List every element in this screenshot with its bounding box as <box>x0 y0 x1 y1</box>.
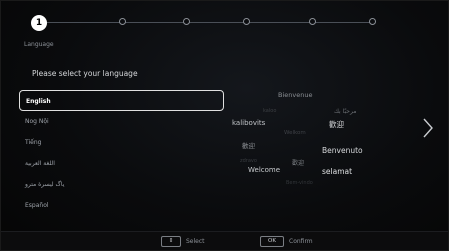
welcome-word: Benvenuto <box>322 146 363 155</box>
step-6-dot <box>369 18 376 25</box>
confirm-hint: OK Confirm <box>260 236 313 247</box>
welcome-word: selamat <box>322 167 353 176</box>
welcome-word: 歡迎 <box>329 120 344 129</box>
language-option[interactable]: اللغة العربية <box>19 153 224 174</box>
language-option[interactable]: Español <box>19 195 224 216</box>
language-option[interactable]: Nog Nội <box>19 111 224 132</box>
language-list: English Nog Nội Tiếng اللغة العربية ياگ … <box>19 90 224 216</box>
welcome-word-cloud: Bienvenue مرحبًا بك kaloo kalibovits 歡迎 … <box>226 86 396 196</box>
welcome-word: مرحبًا بك <box>334 108 357 115</box>
footer-hint-bar: ⇕ Select OK Confirm <box>1 231 448 250</box>
step-1-active: 1 <box>31 15 47 31</box>
welcome-word: 歡迎 <box>242 142 255 150</box>
select-key-icon: ⇕ <box>161 236 181 247</box>
welcome-word: Bem-vindo <box>286 180 313 186</box>
step-5-dot <box>309 18 316 25</box>
select-hint: ⇕ Select <box>161 236 205 247</box>
welcome-word: kalibovits <box>232 119 266 127</box>
language-setup-screen: 1 Language Please select your language E… <box>0 0 449 251</box>
page-title: Please select your language <box>32 69 138 78</box>
welcome-word: Bienvenue <box>278 91 313 99</box>
confirm-hint-label: Confirm <box>289 238 313 245</box>
ok-key-icon: OK <box>260 236 284 247</box>
select-hint-label: Select <box>186 238 205 245</box>
language-option-english[interactable]: English <box>19 90 224 111</box>
chevron-right-icon[interactable] <box>421 117 435 139</box>
welcome-word: kaloo <box>263 108 277 114</box>
language-option[interactable]: ياگ ليسرة مترو <box>19 174 224 195</box>
step-4-dot <box>243 18 250 25</box>
stepper-line <box>39 22 371 23</box>
welcome-word: 歡迎 <box>292 160 305 167</box>
setup-stepper: 1 <box>31 15 381 31</box>
language-option[interactable]: Tiếng <box>19 132 224 153</box>
welcome-word: Welcome <box>248 166 281 174</box>
welcome-word: zdravo <box>240 158 257 164</box>
step-3-dot <box>183 18 190 25</box>
step-label: Language <box>24 41 54 48</box>
welcome-word: Welkom <box>284 130 306 136</box>
step-2-dot <box>119 18 126 25</box>
